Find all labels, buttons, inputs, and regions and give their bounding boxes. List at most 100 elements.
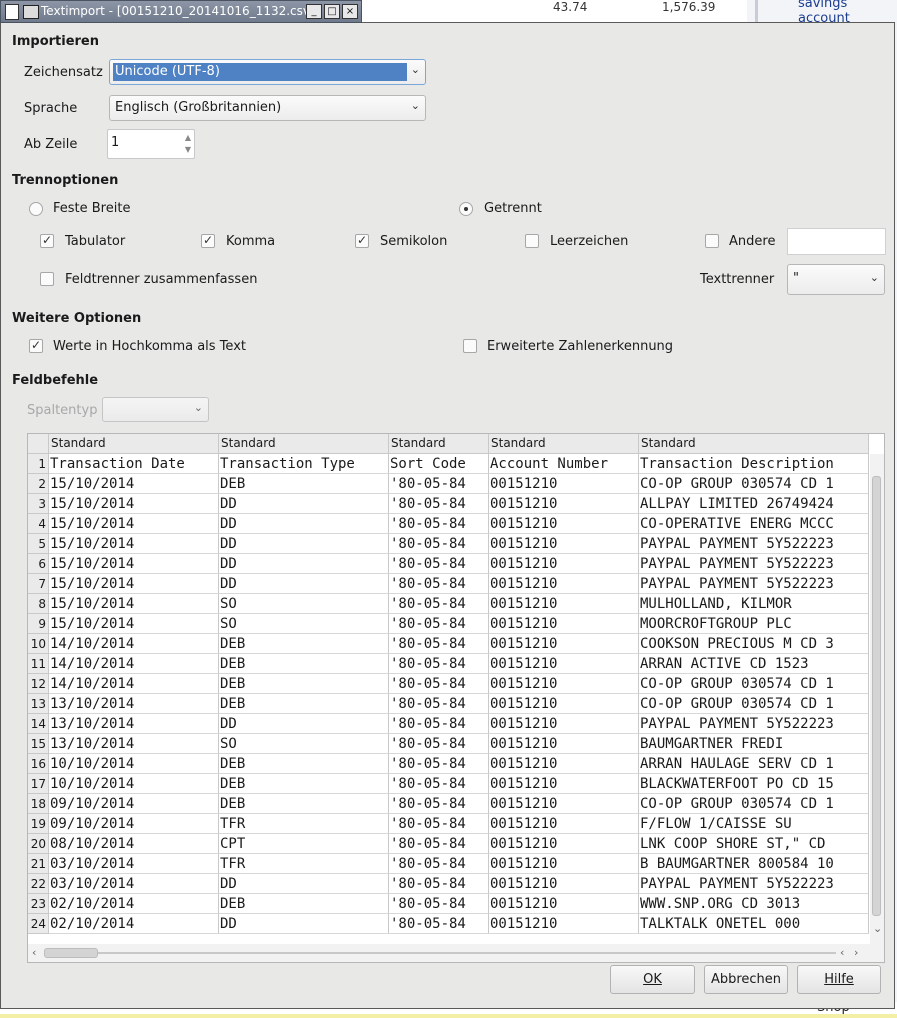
table-cell[interactable]: '80-05-84 <box>389 694 489 714</box>
grid-corner[interactable] <box>28 434 49 454</box>
table-cell[interactable]: 03/10/2014 <box>49 874 219 894</box>
table-cell[interactable]: '80-05-84 <box>389 654 489 674</box>
table-cell[interactable]: '80-05-84 <box>389 634 489 654</box>
table-cell[interactable]: '80-05-84 <box>389 874 489 894</box>
table-cell[interactable]: TFR <box>219 854 389 874</box>
table-cell[interactable]: DEB <box>219 634 389 654</box>
table-cell[interactable]: SO <box>219 594 389 614</box>
column-type-header[interactable]: Standard <box>489 434 639 454</box>
text-delimiter-combo[interactable]: " ⌄ <box>787 264 885 295</box>
column-type-combo[interactable]: ⌄ <box>102 397 209 422</box>
table-cell[interactable]: 09/10/2014 <box>49 814 219 834</box>
help-button[interactable]: Hilfe <box>797 965 881 994</box>
table-cell[interactable]: 08/10/2014 <box>49 834 219 854</box>
table-cell[interactable]: 15/10/2014 <box>49 534 219 554</box>
table-cell[interactable]: 00151210 <box>489 714 639 734</box>
cancel-button[interactable]: Abbrechen <box>704 965 788 994</box>
merge-delimiters-checkbox[interactable] <box>40 272 54 286</box>
table-cell[interactable]: DEB <box>219 674 389 694</box>
table-cell[interactable]: TALKTALK ONETEL 000 <box>639 914 869 934</box>
table-cell[interactable]: BLACKWATERFOOT PO CD 15 <box>639 774 869 794</box>
table-cell[interactable]: Account Number <box>489 454 639 474</box>
table-cell[interactable]: BAUMGARTNER FREDI <box>639 734 869 754</box>
other-checkbox[interactable] <box>705 234 719 248</box>
comma-checkbox[interactable]: ✓ <box>201 234 215 248</box>
column-type-header[interactable]: Standard <box>639 434 869 454</box>
from-row-spinner[interactable]: 1 ▲ ▼ <box>107 129 195 159</box>
table-cell[interactable]: Transaction Date <box>49 454 219 474</box>
table-cell[interactable]: LNK COOP SHORE ST," CD <box>639 834 869 854</box>
spin-up-icon[interactable]: ▲ <box>185 133 191 142</box>
scroll-right-icon[interactable]: › <box>854 946 858 959</box>
table-cell[interactable]: DEB <box>219 794 389 814</box>
table-cell[interactable]: MULHOLLAND, KILMOR <box>639 594 869 614</box>
fixed-width-radio[interactable] <box>29 202 43 216</box>
table-cell[interactable]: '80-05-84 <box>389 734 489 754</box>
space-checkbox[interactable] <box>525 234 539 248</box>
table-cell[interactable]: DD <box>219 874 389 894</box>
table-cell[interactable]: 00151210 <box>489 694 639 714</box>
table-cell[interactable]: SO <box>219 734 389 754</box>
table-cell[interactable]: 00151210 <box>489 914 639 934</box>
table-cell[interactable]: '80-05-84 <box>389 614 489 634</box>
table-cell[interactable]: '80-05-84 <box>389 714 489 734</box>
table-cell[interactable]: 00151210 <box>489 534 639 554</box>
table-cell[interactable]: DD <box>219 714 389 734</box>
table-cell[interactable]: 00151210 <box>489 634 639 654</box>
scroll-down-icon[interactable]: ⌄ <box>873 922 882 935</box>
table-cell[interactable]: 15/10/2014 <box>49 474 219 494</box>
column-type-header[interactable]: Standard <box>389 434 489 454</box>
table-cell[interactable]: 14/10/2014 <box>49 674 219 694</box>
table-cell[interactable]: 14/10/2014 <box>49 634 219 654</box>
table-cell[interactable]: 00151210 <box>489 854 639 874</box>
table-cell[interactable]: '80-05-84 <box>389 794 489 814</box>
table-cell[interactable]: 10/10/2014 <box>49 774 219 794</box>
table-cell[interactable]: 00151210 <box>489 614 639 634</box>
table-cell[interactable]: 03/10/2014 <box>49 854 219 874</box>
table-cell[interactable]: PAYPAL PAYMENT 5Y522223 <box>639 554 869 574</box>
table-cell[interactable]: DD <box>219 574 389 594</box>
charset-combo[interactable]: Unicode (UTF-8) ⌄ <box>109 59 426 85</box>
table-cell[interactable]: '80-05-84 <box>389 834 489 854</box>
table-cell[interactable]: DEB <box>219 474 389 494</box>
table-cell[interactable]: DD <box>219 514 389 534</box>
table-cell[interactable]: ARRAN ACTIVE CD 1523 <box>639 654 869 674</box>
table-cell[interactable]: 00151210 <box>489 654 639 674</box>
tab-checkbox[interactable]: ✓ <box>40 234 54 248</box>
table-cell[interactable]: 14/10/2014 <box>49 654 219 674</box>
table-cell[interactable]: '80-05-84 <box>389 534 489 554</box>
vertical-scrollbar[interactable]: ⌄ <box>870 454 884 944</box>
table-cell[interactable]: 00151210 <box>489 794 639 814</box>
table-cell[interactable]: 00151210 <box>489 834 639 854</box>
table-cell[interactable]: 00151210 <box>489 734 639 754</box>
table-cell[interactable]: '80-05-84 <box>389 494 489 514</box>
table-cell[interactable]: PAYPAL PAYMENT 5Y522223 <box>639 874 869 894</box>
table-cell[interactable]: Transaction Type <box>219 454 389 474</box>
table-cell[interactable]: CPT <box>219 834 389 854</box>
table-cell[interactable]: 15/10/2014 <box>49 514 219 534</box>
vertical-scroll-thumb[interactable] <box>872 476 881 916</box>
table-cell[interactable]: DD <box>219 914 389 934</box>
table-cell[interactable]: 15/10/2014 <box>49 554 219 574</box>
table-cell[interactable]: 09/10/2014 <box>49 794 219 814</box>
column-type-header[interactable]: Standard <box>49 434 219 454</box>
table-cell[interactable]: 13/10/2014 <box>49 734 219 754</box>
table-cell[interactable]: Transaction Description <box>639 454 869 474</box>
table-cell[interactable]: ALLPAY LIMITED 26749424 <box>639 494 869 514</box>
table-cell[interactable]: 00151210 <box>489 814 639 834</box>
table-cell[interactable]: 00151210 <box>489 674 639 694</box>
table-cell[interactable]: CO-OP GROUP 030574 CD 1 <box>639 474 869 494</box>
ok-button[interactable]: OK <box>610 965 695 994</box>
table-cell[interactable]: 10/10/2014 <box>49 754 219 774</box>
table-cell[interactable]: '80-05-84 <box>389 754 489 774</box>
table-cell[interactable]: PAYPAL PAYMENT 5Y522223 <box>639 714 869 734</box>
table-cell[interactable]: F/FLOW 1/CAISSE SU <box>639 814 869 834</box>
table-cell[interactable]: DD <box>219 534 389 554</box>
table-cell[interactable]: DEB <box>219 894 389 914</box>
table-cell[interactable]: ARRAN HAULAGE SERV CD 1 <box>639 754 869 774</box>
table-cell[interactable]: Sort Code <box>389 454 489 474</box>
minimize-button[interactable]: _ <box>306 4 322 19</box>
table-cell[interactable]: 02/10/2014 <box>49 914 219 934</box>
table-cell[interactable]: 00151210 <box>489 514 639 534</box>
table-cell[interactable]: '80-05-84 <box>389 894 489 914</box>
